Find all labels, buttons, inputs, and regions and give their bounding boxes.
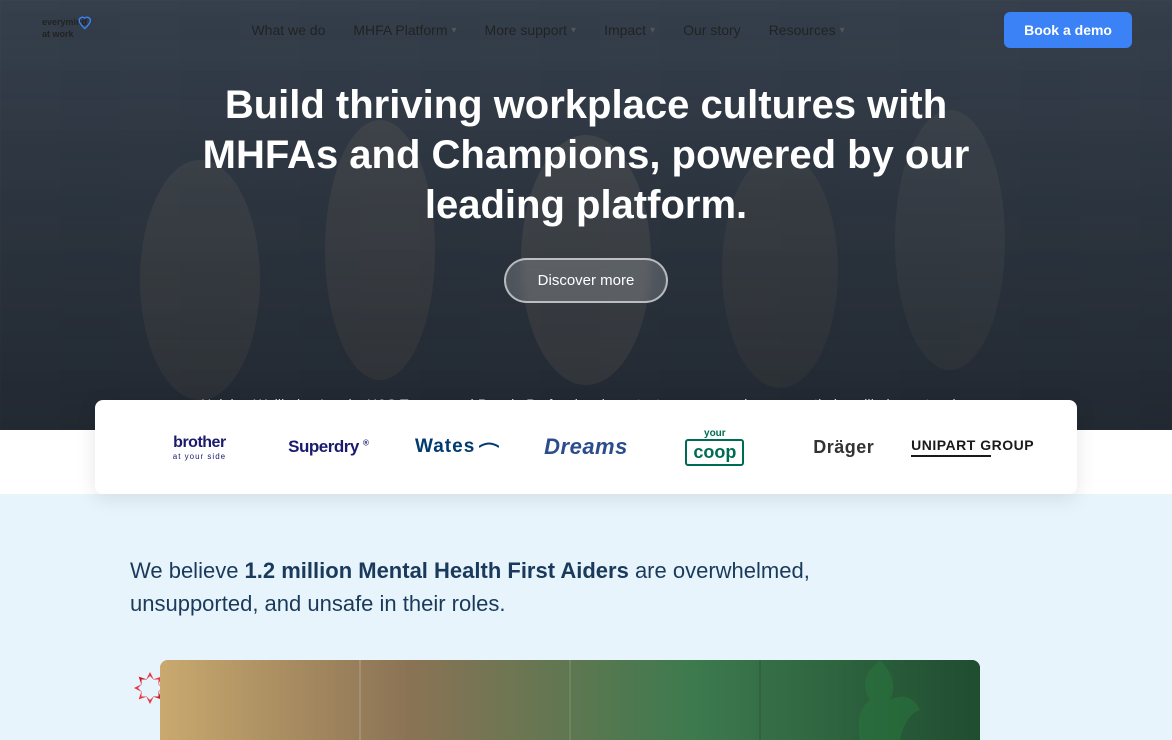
logo-yourcoop: your coop <box>650 428 779 466</box>
section-preview-image <box>160 660 980 740</box>
belief-image-row <box>130 660 1042 740</box>
chevron-down-icon: ▾ <box>840 25 845 36</box>
belief-section: We believe 1.2 million Mental Health Fir… <box>0 494 1172 740</box>
nav-our-story[interactable]: Our story <box>683 22 741 38</box>
svg-text:at work: at work <box>42 29 75 39</box>
logos-strip: brother at your side Superdry ® Wates Dr… <box>95 400 1077 494</box>
hero-section: .hero-bg { background: linear-gradient(r… <box>0 0 1172 430</box>
nav-links: What we do MHFA Platform ▾ More support … <box>251 22 844 38</box>
book-demo-button[interactable]: Book a demo <box>1004 12 1132 48</box>
nav-mhfa-platform[interactable]: MHFA Platform ▾ <box>353 22 456 38</box>
belief-text: We believe 1.2 million Mental Health Fir… <box>130 554 890 620</box>
discover-more-button[interactable]: Discover more <box>504 258 669 303</box>
logo[interactable]: everymind at work <box>40 9 92 51</box>
nav-what-we-do[interactable]: What we do <box>251 22 325 38</box>
nav-more-support[interactable]: More support ▾ <box>485 22 577 38</box>
hero-title: Build thriving workplace cultures with M… <box>196 80 976 230</box>
logo-dreams: Dreams <box>522 434 651 460</box>
logo-unipart: UNIPART GROUP <box>908 437 1037 457</box>
nav-impact[interactable]: Impact ▾ <box>604 22 655 38</box>
logo-wates: Wates <box>393 436 522 458</box>
chevron-down-icon: ▾ <box>452 25 457 36</box>
logo-brother: brother at your side <box>135 434 264 461</box>
logo-drager: Dräger <box>779 437 908 458</box>
chevron-down-icon: ▾ <box>571 25 576 36</box>
logo-superdry: Superdry ® <box>264 437 393 457</box>
nav-resources[interactable]: Resources ▾ <box>769 22 845 38</box>
wates-swoosh-icon <box>479 440 499 454</box>
main-nav: everymind at work What we do MHFA Platfo… <box>0 0 1172 60</box>
chevron-down-icon: ▾ <box>650 25 655 36</box>
